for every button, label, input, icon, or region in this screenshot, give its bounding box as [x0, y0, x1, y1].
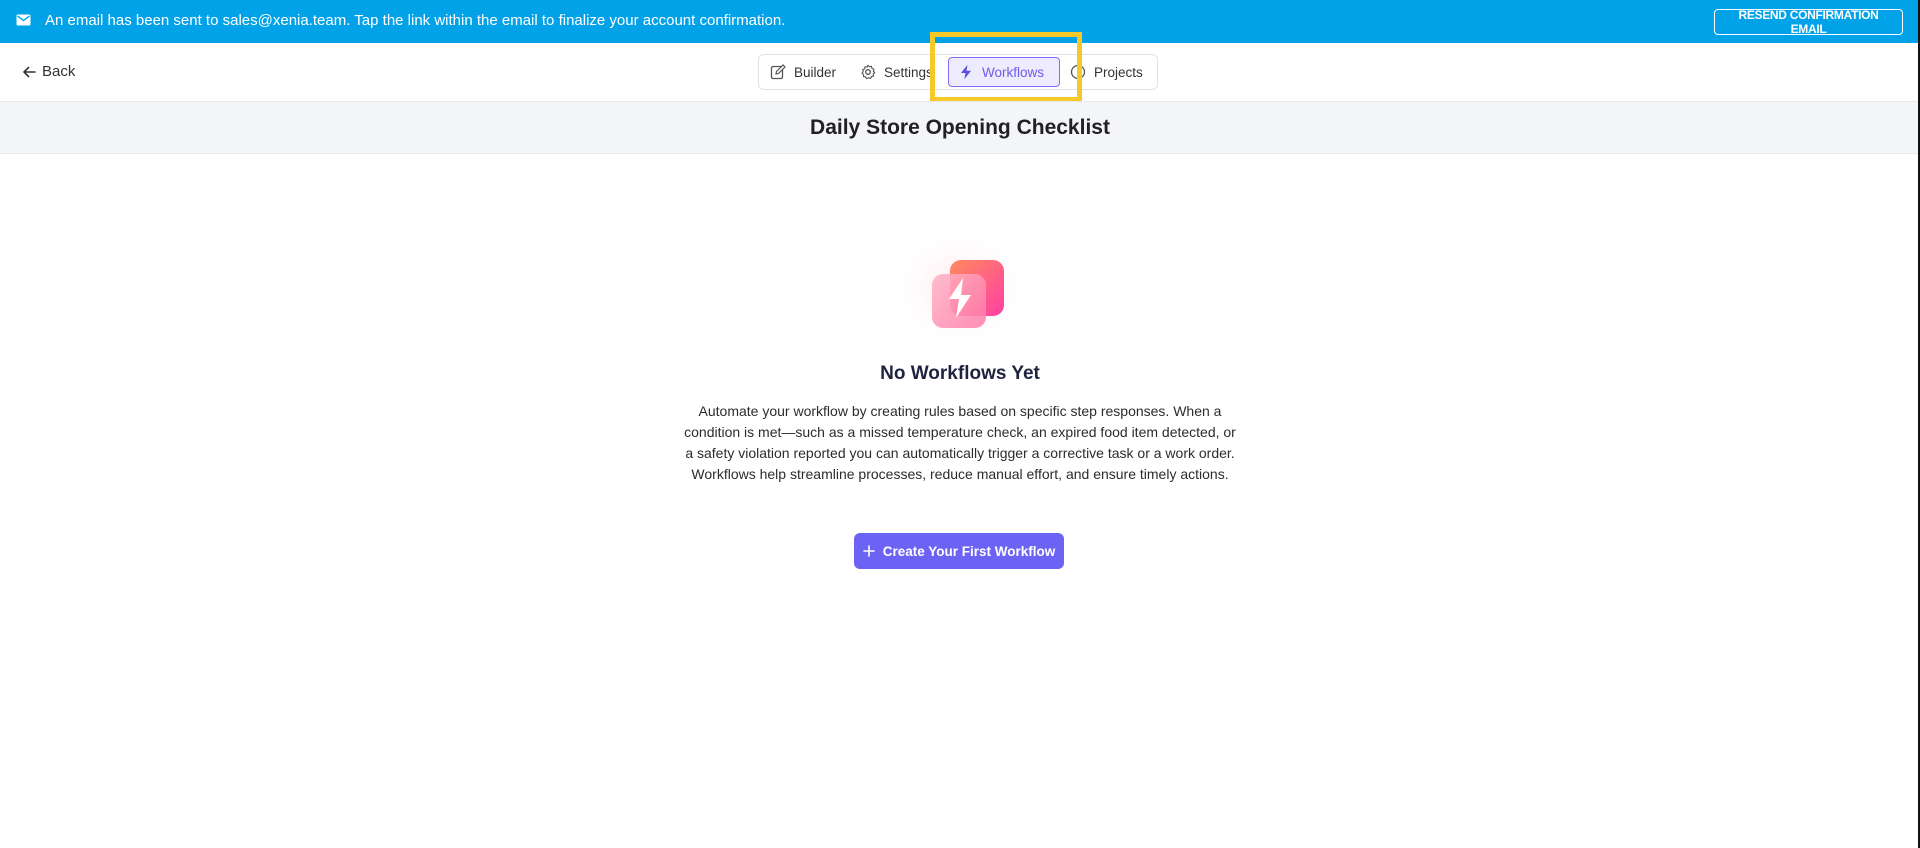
confirmation-banner: An email has been sent to sales@xenia.te… — [0, 0, 1920, 43]
edit-icon — [770, 64, 786, 80]
empty-state-heading: No Workflows Yet — [880, 363, 1040, 384]
back-label: Back — [42, 63, 76, 80]
tab-builder-label: Builder — [794, 64, 837, 80]
back-button[interactable]: Back — [22, 63, 75, 80]
tab-workflows-label: Workflows — [982, 64, 1045, 80]
workflow-illustration-icon — [884, 226, 1036, 352]
arrow-left-icon — [23, 66, 36, 77]
bolt-icon — [961, 64, 971, 80]
empty-state-description: Automate your workflow by creating rules… — [684, 403, 1236, 482]
resend-confirmation-button[interactable]: RESEND CONFIRMATION EMAIL — [1714, 8, 1903, 36]
plus-icon — [862, 545, 875, 557]
create-first-workflow-button[interactable]: Create Your First Workflow — [854, 533, 1064, 569]
tab-projects-label: Projects — [1094, 64, 1143, 80]
banner-message: An email has been sent to sales@xenia.te… — [45, 12, 786, 29]
tab-settings[interactable]: Settings — [860, 55, 936, 89]
tab-settings-label: Settings — [884, 64, 933, 80]
tab-projects[interactable]: Projects — [1070, 55, 1152, 89]
mail-icon — [16, 14, 31, 26]
create-first-workflow-label: Create Your First Workflow — [882, 543, 1056, 559]
gear-icon — [861, 64, 876, 80]
top-nav: Back Builder Settings Workflows Projects — [0, 43, 1920, 101]
tab-builder[interactable]: Builder — [770, 55, 860, 89]
clock-icon — [1070, 64, 1086, 80]
tab-bar: Builder Settings Workflows Projects — [758, 54, 1158, 90]
page-title: Daily Store Opening Checklist — [810, 115, 1110, 139]
tab-workflows[interactable]: Workflows — [948, 57, 1060, 87]
title-bar: Daily Store Opening Checklist — [0, 101, 1920, 154]
